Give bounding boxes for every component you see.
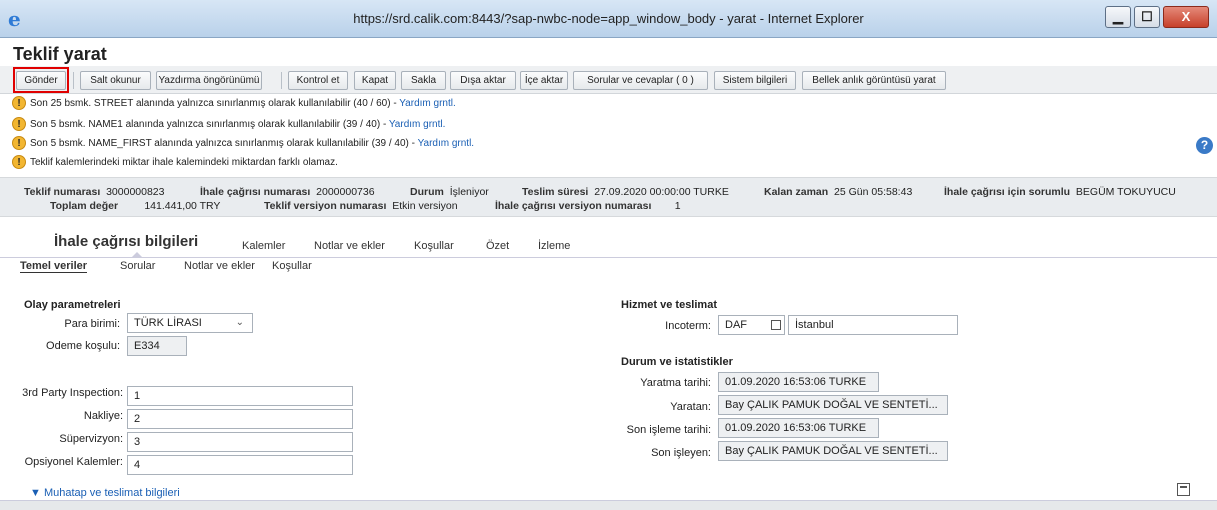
incoterm-label: Incoterm: — [665, 320, 711, 332]
warning-icon: ! — [12, 96, 26, 111]
warning-icon: ! — [12, 117, 26, 132]
optional-items-field[interactable]: 4 — [127, 455, 353, 475]
subtab-notes[interactable]: Notlar ve ekler — [184, 260, 255, 272]
rfq-version: İhale çağrısı versiyon numarası 1 — [495, 200, 681, 212]
help-link[interactable]: Yardım grntl. — [389, 119, 446, 130]
tab-notes[interactable]: Notlar ve ekler — [314, 240, 385, 252]
close-window-button[interactable]: X — [1163, 6, 1209, 28]
message-text: Son 5 bsmk. NAME_FIRST alanında yalnızca… — [30, 138, 418, 149]
message-row: ! Son 25 bsmk. STREET alanında yalnızca s… — [12, 96, 456, 112]
inspection-field[interactable]: 1 — [127, 386, 353, 406]
status: Durum İşleniyor — [410, 186, 489, 198]
subtab-conditions[interactable]: Koşullar — [272, 260, 312, 272]
page-title: Teklif yarat — [13, 44, 107, 64]
transport-label: Nakliye: — [83, 410, 123, 422]
incoterm-code-field[interactable]: DAF — [718, 315, 785, 335]
memory-snapshot-button[interactable]: Bellek anlık görüntüsü yarat — [802, 71, 946, 90]
transport-field[interactable]: 2 — [127, 409, 353, 429]
rfq-number: İhale çağrısı numarası 2000000736 — [200, 186, 375, 198]
subtab-questions[interactable]: Sorular — [120, 260, 155, 272]
supervision-label: Süpervizyon: — [59, 433, 123, 445]
payment-terms-label: Odeme koşulu: — [46, 340, 120, 352]
minimize-button[interactable]: ▁ — [1105, 6, 1131, 28]
message-text: Son 25 bsmk. STREET alanında yalnızca sı… — [30, 98, 400, 109]
service-delivery-title: Hizmet ve teslimat — [621, 299, 717, 311]
tab-summary[interactable]: Özet — [486, 240, 509, 252]
last-changed-by-label: Son işleyen: — [651, 447, 711, 459]
partner-delivery-toggle[interactable]: ▼ Muhatap ve teslimat bilgileri — [30, 487, 180, 499]
created-date-label: Yaratma tarihi: — [640, 377, 711, 389]
collapse-icon[interactable] — [1177, 483, 1190, 496]
total-value: Toplam değer 141.441,00 TRY — [50, 200, 221, 212]
status-stats-title: Durum ve istatistikler — [621, 356, 733, 368]
system-info-button[interactable]: Sistem bilgileri — [714, 71, 796, 90]
print-preview-button[interactable]: Yazdırma öngörünümü — [156, 71, 262, 90]
supervision-field[interactable]: 3 — [127, 432, 353, 452]
delivery-deadline: Teslim süresi 27.09.2020 00:00:00 TURKE — [522, 186, 729, 198]
toolbar-separator — [73, 72, 74, 89]
help-link[interactable]: Yardım grntl. — [418, 138, 475, 149]
message-row: ! Son 5 bsmk. NAME1 alanında yalnızca sın… — [12, 117, 445, 133]
active-tab-indicator — [131, 252, 143, 258]
warning-icon: ! — [12, 155, 26, 170]
message-text: Son 5 bsmk. NAME1 alanında yalnızca sını… — [30, 119, 389, 130]
chevron-down-icon: ⌄ — [235, 317, 244, 328]
check-button[interactable]: Kontrol et — [288, 71, 348, 90]
created-by-field: Bay ÇALIK PAMUK DOĞAL VE SENTETİ... — [718, 395, 948, 415]
subtab-basic-data[interactable]: Temel veriler — [20, 260, 88, 273]
send-button-highlight — [13, 67, 69, 93]
maximize-button[interactable]: ☐ — [1134, 6, 1160, 28]
questions-answers-button[interactable]: Sorular ve cevaplar ( 0 ) — [573, 71, 708, 90]
read-only-button[interactable]: Salt okunur — [80, 71, 151, 90]
document-header: Teklif numarası 3000000823 İhale çağrısı… — [0, 177, 1217, 217]
message-text: Teklif kalemlerindeki miktar ihale kalem… — [30, 157, 338, 168]
currency-label: Para birimi: — [64, 318, 120, 330]
currency-select[interactable]: TÜRK LİRASI ⌄ — [127, 313, 253, 333]
payment-terms-field: E334 — [127, 336, 187, 356]
remaining-time: Kalan zaman 25 Gün 05:58:43 — [764, 186, 913, 198]
quote-number: Teklif numarası 3000000823 — [24, 186, 165, 198]
warning-icon: ! — [12, 136, 26, 151]
main-tabs: İhale çağrısı bilgileri Kalemler Notlar … — [0, 228, 1217, 258]
optional-items-label: Opsiyonel Kalemler: — [24, 456, 123, 468]
value-help-icon[interactable] — [771, 320, 781, 330]
created-date-field: 01.09.2020 16:53:06 TURKE — [718, 372, 879, 392]
last-changed-by-field: Bay ÇALIK PAMUK DOĞAL VE SENTETİ... — [718, 441, 948, 461]
export-button[interactable]: Dışa aktar — [450, 71, 516, 90]
bottom-bar — [0, 500, 1217, 510]
sub-tabs: Temel veriler Sorular Notlar ve ekler Ko… — [0, 259, 1217, 279]
tab-rfq-info[interactable]: İhale çağrısı bilgileri — [54, 233, 198, 250]
window-titlebar: e https://srd.calik.com:8443/?sap-nwbc-n… — [0, 0, 1217, 38]
message-row: ! Son 5 bsmk. NAME_FIRST alanında yalnızc… — [12, 136, 474, 152]
tab-conditions[interactable]: Koşullar — [414, 240, 454, 252]
event-params-title: Olay parametreleri — [24, 299, 121, 311]
import-button[interactable]: İçe aktar — [520, 71, 568, 90]
quote-version: Teklif versiyon numarası Etkin versiyon — [264, 200, 458, 212]
last-changed-date-label: Son işleme tarihi: — [626, 424, 711, 436]
tab-items[interactable]: Kalemler — [242, 240, 285, 252]
last-changed-date-field: 01.09.2020 16:53:06 TURKE — [718, 418, 879, 438]
tab-tracking[interactable]: İzleme — [538, 240, 570, 252]
close-button[interactable]: Kapat — [354, 71, 396, 90]
incoterm-place-field[interactable]: İstanbul — [788, 315, 958, 335]
message-row: ! Teklif kalemlerindeki miktar ihale kale… — [12, 155, 338, 171]
inspection-label: 3rd Party Inspection: — [22, 387, 123, 399]
responsible-person: İhale çağrısı için sorumlu BEGÜM TOKUYUC… — [944, 186, 1176, 198]
created-by-label: Yaratan: — [670, 401, 711, 413]
toolbar-separator — [281, 72, 282, 89]
save-button[interactable]: Sakla — [401, 71, 446, 90]
help-link[interactable]: Yardım grntl. — [399, 98, 456, 109]
toolbar: Gönder Salt okunur Yazdırma öngörünümü K… — [0, 66, 1217, 154]
window-title: https://srd.calik.com:8443/?sap-nwbc-nod… — [353, 11, 864, 26]
help-icon[interactable]: ? — [1196, 137, 1213, 154]
